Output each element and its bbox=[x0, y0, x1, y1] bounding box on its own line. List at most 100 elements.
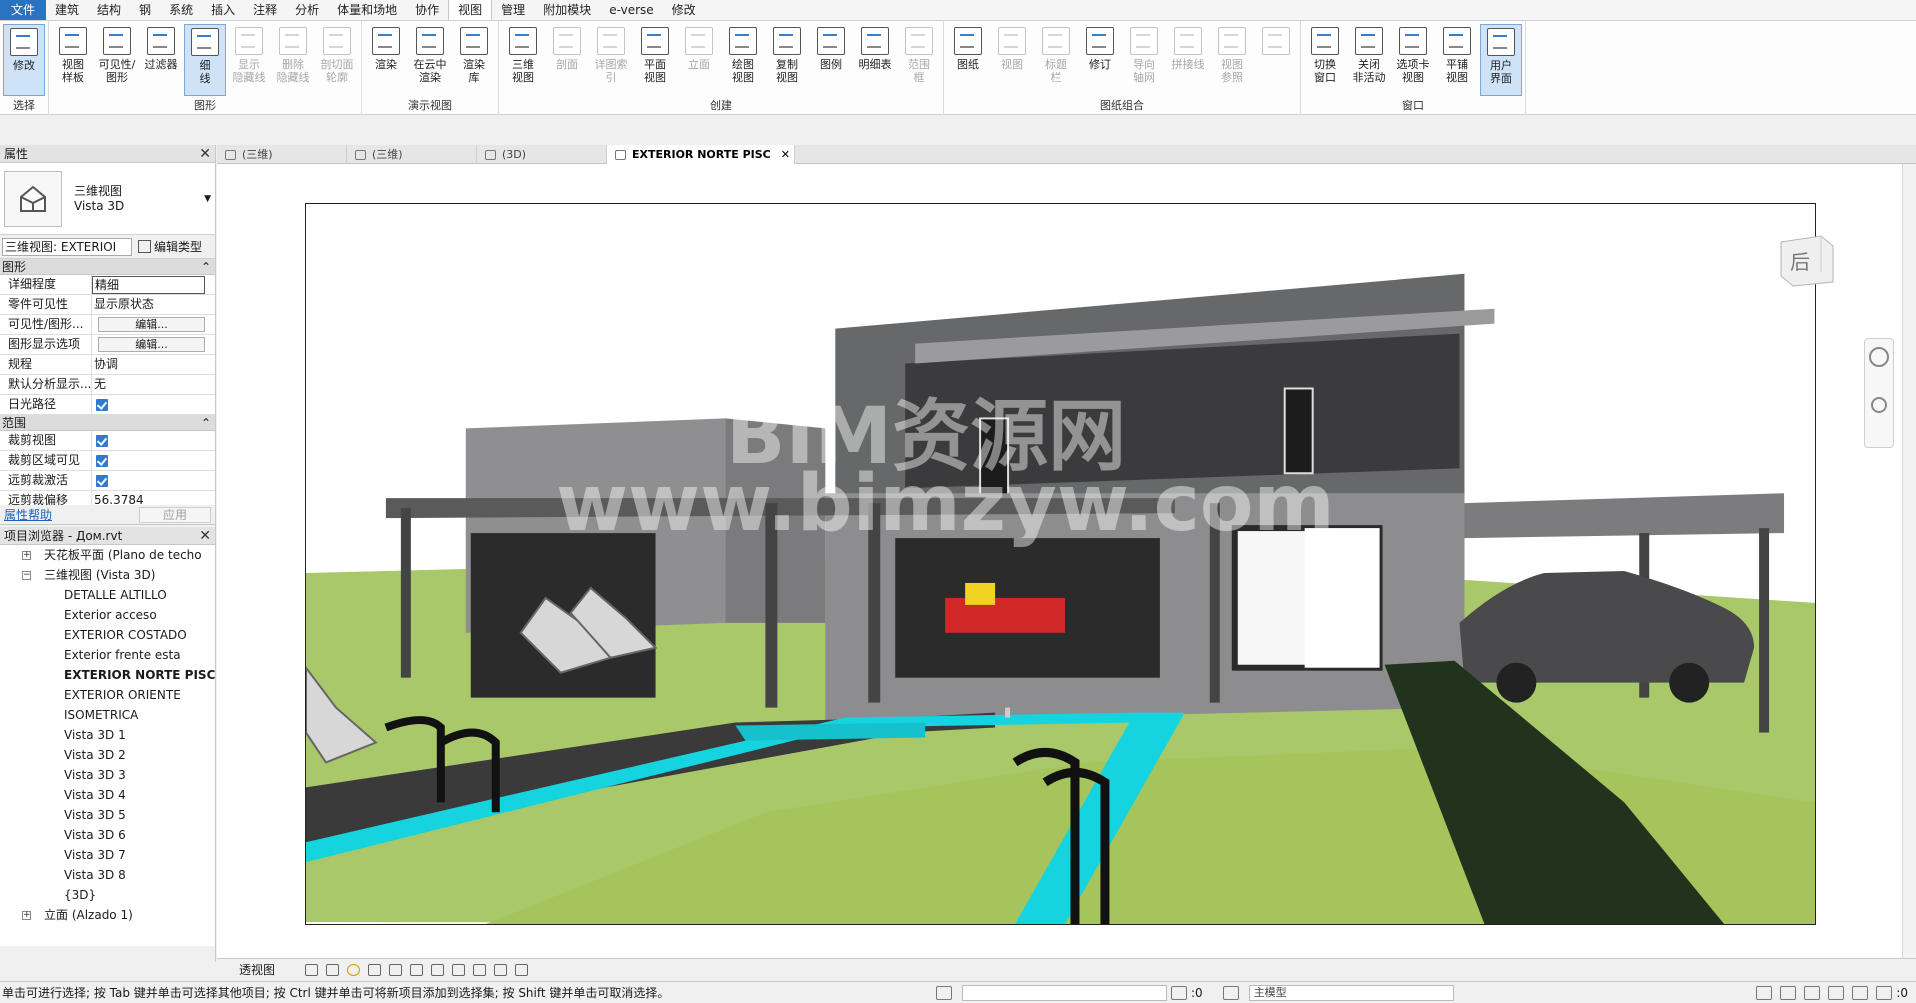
browser-item[interactable]: Vista 3D 2 bbox=[0, 745, 215, 765]
navigation-bar[interactable] bbox=[1864, 338, 1894, 448]
select-links-icon[interactable] bbox=[1756, 985, 1773, 1000]
ribbon-tab[interactable]: 注释 bbox=[244, 0, 286, 20]
instance-selector[interactable]: 三维视图: EXTERIOI bbox=[2, 237, 132, 256]
ribbon-button[interactable]: 剖切面 轮廓 bbox=[316, 24, 358, 96]
property-group-header[interactable]: 图形 ⌃ bbox=[0, 259, 215, 275]
ribbon-tab[interactable]: 管理 bbox=[492, 0, 534, 20]
browser-item[interactable]: {3D} bbox=[0, 885, 215, 905]
reveal-hidden-icon[interactable] bbox=[494, 963, 508, 976]
expand-icon[interactable]: + bbox=[22, 911, 31, 920]
browser-item[interactable]: Exterior acceso bbox=[0, 605, 215, 625]
crop-view-icon[interactable] bbox=[410, 963, 424, 976]
ribbon-button[interactable] bbox=[1255, 24, 1297, 96]
property-value-cell[interactable] bbox=[92, 431, 215, 450]
ribbon-button[interactable]: 视图 bbox=[991, 24, 1033, 96]
ribbon-button[interactable]: 在云中 渲染 bbox=[409, 24, 451, 96]
ribbon-tab[interactable]: 体量和场地 bbox=[328, 0, 406, 20]
model-selector[interactable]: 主模型 bbox=[1248, 984, 1454, 1001]
ribbon-button[interactable]: 修订 bbox=[1079, 24, 1121, 96]
editing-requests-icon[interactable] bbox=[1222, 985, 1239, 1000]
expand-icon[interactable]: + bbox=[22, 551, 31, 560]
property-value-cell[interactable] bbox=[92, 471, 215, 490]
ribbon-tab[interactable]: 钢 bbox=[130, 0, 160, 20]
browser-item[interactable]: DETALLE ALTILLO bbox=[0, 585, 215, 605]
ribbon-button[interactable]: 显示 隐藏线 bbox=[228, 24, 270, 96]
ribbon-button[interactable]: 关闭 非活动 bbox=[1348, 24, 1390, 96]
ribbon-button[interactable]: 明细表 bbox=[854, 24, 896, 96]
property-value-cell[interactable]: 编辑... bbox=[92, 315, 215, 334]
ribbon-button[interactable]: 渲染 库 bbox=[453, 24, 495, 96]
property-value-cell[interactable]: 无 bbox=[92, 375, 215, 394]
ribbon-tab[interactable]: 协作 bbox=[406, 0, 448, 20]
ribbon-button[interactable]: 绘图 视图 bbox=[722, 24, 764, 96]
close-tab-icon[interactable]: ✕ bbox=[781, 145, 790, 164]
ribbon-tab[interactable]: e-verse bbox=[600, 0, 662, 20]
checkbox[interactable] bbox=[96, 399, 108, 411]
property-group-header[interactable]: 范围 ⌃ bbox=[0, 415, 215, 431]
property-value[interactable]: 无 bbox=[92, 375, 215, 394]
browser-item[interactable]: − 三维视图 (Vista 3D) bbox=[0, 565, 215, 585]
viewcube[interactable]: 后 bbox=[1777, 232, 1837, 288]
ribbon-tab[interactable]: 修改 bbox=[663, 0, 705, 20]
browser-item[interactable]: EXTERIOR NORTE PISC bbox=[0, 665, 215, 685]
ribbon-tab[interactable]: 插入 bbox=[202, 0, 244, 20]
property-value[interactable]: 56.3784 bbox=[92, 491, 215, 505]
property-value-cell[interactable]: 精细 bbox=[92, 275, 215, 294]
property-value-cell[interactable]: 显示原状态 bbox=[92, 295, 215, 314]
view-tab[interactable]: EXTERIOR NORTE PISC ✕ bbox=[607, 145, 795, 164]
selection-filter-icon[interactable] bbox=[1876, 985, 1893, 1000]
ribbon-tab[interactable]: 文件 bbox=[0, 0, 47, 20]
property-value-cell[interactable] bbox=[92, 395, 215, 414]
zoom-icon[interactable] bbox=[1871, 397, 1887, 413]
ribbon-button[interactable]: 图纸 bbox=[947, 24, 989, 96]
ribbon-tab[interactable]: 建筑 bbox=[46, 0, 88, 20]
ribbon-button[interactable]: 导向 轴网 bbox=[1123, 24, 1165, 96]
edit-button[interactable]: 编辑... bbox=[98, 337, 205, 352]
ribbon-button[interactable]: 详图索引 bbox=[590, 24, 632, 96]
ribbon-button[interactable]: 图例 bbox=[810, 24, 852, 96]
select-by-face-icon[interactable] bbox=[1828, 985, 1845, 1000]
edit-button[interactable]: 编辑... bbox=[98, 317, 205, 332]
view-tab[interactable]: (3D) bbox=[477, 145, 607, 164]
ribbon-button[interactable]: 视图 样板 bbox=[52, 24, 94, 96]
drag-on-selection-icon[interactable] bbox=[1852, 985, 1869, 1000]
browser-item[interactable]: Exterior frente esta bbox=[0, 645, 215, 665]
browser-item[interactable]: EXTERIOR COSTADO bbox=[0, 625, 215, 645]
checkbox[interactable] bbox=[96, 475, 108, 487]
property-value-cell[interactable] bbox=[92, 451, 215, 470]
close-icon[interactable]: ✕ bbox=[199, 147, 211, 161]
browser-item[interactable]: Vista 3D 3 bbox=[0, 765, 215, 785]
browser-item[interactable]: Vista 3D 8 bbox=[0, 865, 215, 885]
ribbon-button[interactable]: 删除 隐藏线 bbox=[272, 24, 314, 96]
ribbon-tab[interactable]: 视图 bbox=[448, 0, 493, 20]
property-value-cell[interactable]: 编辑... bbox=[92, 335, 215, 354]
chevron-down-icon[interactable]: ▼ bbox=[204, 194, 211, 204]
lock-view-icon[interactable] bbox=[452, 963, 466, 976]
hide-isolate-icon[interactable] bbox=[473, 963, 487, 976]
browser-item[interactable]: Vista 3D 5 bbox=[0, 805, 215, 825]
ribbon-tab[interactable]: 分析 bbox=[286, 0, 328, 20]
ribbon-button[interactable]: 范围 框 bbox=[898, 24, 940, 96]
ribbon-button[interactable]: 三维 视图 bbox=[502, 24, 544, 96]
select-pinned-icon[interactable] bbox=[1804, 985, 1821, 1000]
vertical-scrollbar[interactable] bbox=[1902, 164, 1916, 958]
ribbon-button[interactable]: 剖面 bbox=[546, 24, 588, 96]
view-tab[interactable]: (三维) bbox=[347, 145, 477, 164]
ribbon-button[interactable]: 视图 参照 bbox=[1211, 24, 1253, 96]
detail-level-icon[interactable] bbox=[305, 963, 319, 976]
worksets-icon[interactable] bbox=[936, 985, 952, 1000]
collapse-icon[interactable]: − bbox=[22, 571, 31, 580]
ribbon-button[interactable]: 复制 视图 bbox=[766, 24, 808, 96]
browser-item[interactable]: ISOMETRICA bbox=[0, 705, 215, 725]
steering-wheel-icon[interactable] bbox=[1869, 347, 1889, 367]
checkbox[interactable] bbox=[96, 435, 108, 447]
close-icon[interactable]: ✕ bbox=[199, 529, 211, 543]
ribbon-button[interactable]: 过滤器 bbox=[140, 24, 182, 96]
apply-button[interactable]: 应用 bbox=[139, 506, 211, 523]
property-value[interactable]: 精细 bbox=[92, 276, 205, 294]
crop-region[interactable]: BIM资源网 www.bimzyw.com bbox=[305, 203, 1816, 925]
ribbon-button[interactable]: 立面 bbox=[678, 24, 720, 96]
collapse-icon[interactable]: ⌃ bbox=[201, 416, 211, 430]
ribbon-button[interactable]: 渲染 bbox=[365, 24, 407, 96]
edit-type-button[interactable]: 编辑类型 bbox=[138, 238, 202, 255]
